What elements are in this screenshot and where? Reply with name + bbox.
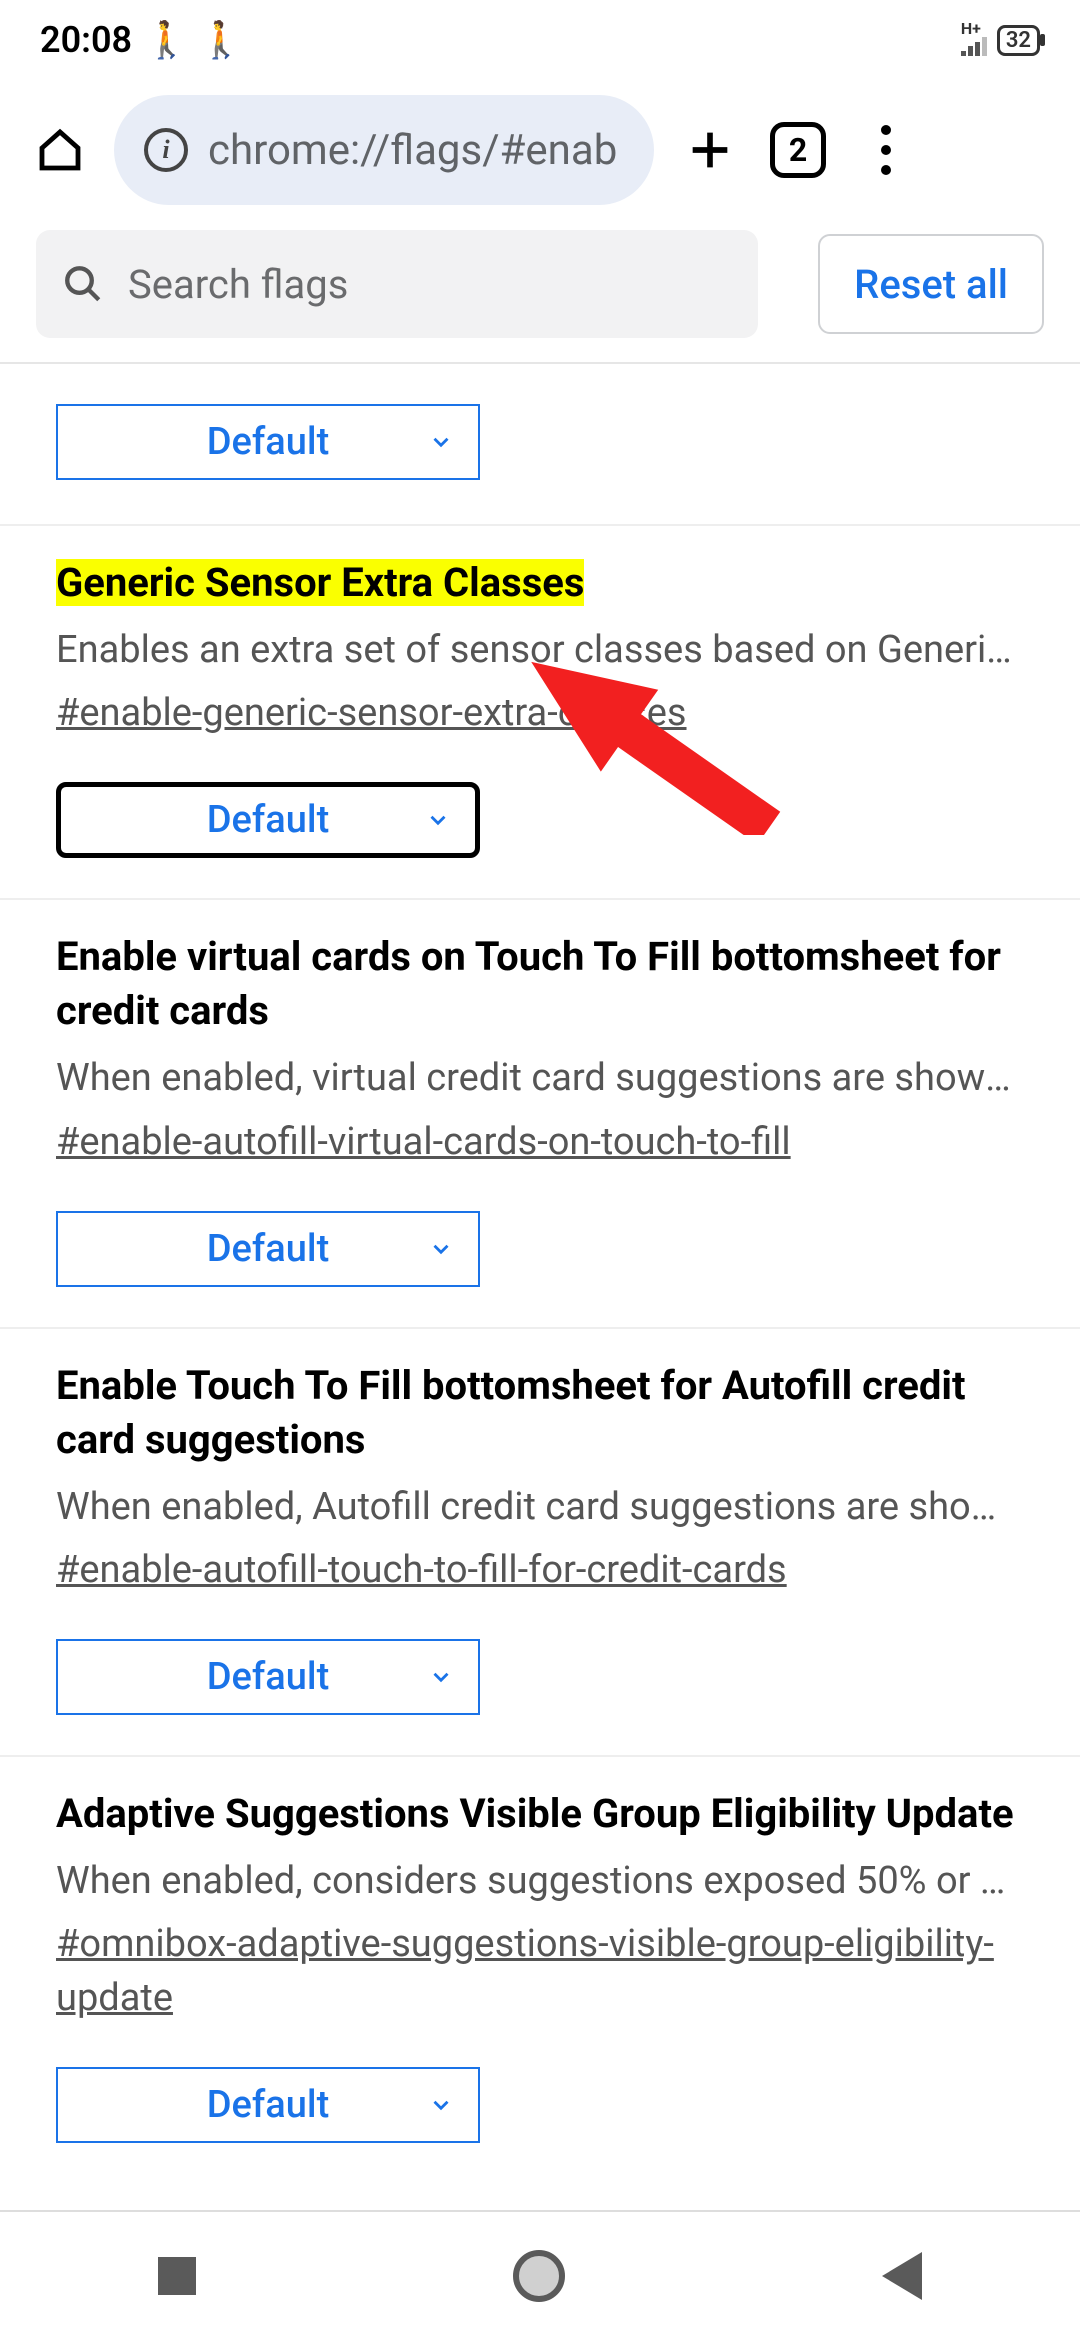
- chevron-down-icon: [428, 1664, 454, 1690]
- flag-item-generic-sensor: Generic Sensor Extra Classes Enables an …: [0, 526, 1080, 900]
- flag-anchor-link[interactable]: #enable-generic-sensor-extra-classes: [56, 687, 687, 740]
- network-type: H+: [961, 24, 981, 34]
- chevron-down-icon: [428, 1236, 454, 1262]
- home-icon: [36, 126, 84, 174]
- flag-description: When enabled, considers suggestions expo…: [56, 1855, 1024, 1908]
- tab-count: 2: [789, 131, 807, 169]
- flag-item-partial: Default: [0, 364, 1080, 526]
- url-text: chrome://flags/#enab: [208, 126, 617, 175]
- search-icon: [62, 263, 104, 305]
- network-indicator: H+: [961, 24, 987, 56]
- reset-all-label: Reset all: [854, 261, 1008, 308]
- status-left: 20:08 🚶 🚶: [40, 19, 244, 61]
- flag-dropdown[interactable]: Default: [56, 1639, 480, 1715]
- flag-anchor-link[interactable]: #enable-autofill-touch-to-fill-for-credi…: [56, 1544, 787, 1597]
- tab-count-badge: 2: [770, 122, 826, 178]
- home-button[interactable]: [30, 120, 90, 180]
- system-nav-bar: [0, 2210, 1080, 2340]
- new-tab-button[interactable]: [678, 118, 742, 182]
- home-button-nav[interactable]: [513, 2250, 565, 2302]
- search-flags-input[interactable]: Search flags: [36, 230, 758, 338]
- flag-dropdown-value: Default: [207, 798, 330, 842]
- chevron-down-icon: [425, 807, 451, 833]
- kebab-icon: [881, 125, 891, 175]
- flag-dropdown[interactable]: Default: [56, 782, 480, 858]
- plus-icon: [684, 124, 736, 176]
- flag-dropdown[interactable]: Default: [56, 404, 480, 480]
- search-placeholder: Search flags: [128, 261, 348, 308]
- status-time: 20:08: [40, 19, 132, 61]
- flag-dropdown-value: Default: [207, 420, 330, 464]
- flag-title: Enable Touch To Fill bottomsheet for Aut…: [56, 1359, 1024, 1467]
- flag-anchor-link[interactable]: #omnibox-adaptive-suggestions-visible-gr…: [56, 1918, 1024, 2024]
- flag-description: When enabled, Autofill credit card sugge…: [56, 1481, 1024, 1534]
- flag-dropdown-value: Default: [207, 1227, 330, 1271]
- back-button[interactable]: [882, 2252, 922, 2300]
- flag-item-touch-to-fill: Enable Touch To Fill bottomsheet for Aut…: [0, 1329, 1080, 1757]
- status-right: H+ 32: [961, 24, 1040, 56]
- flag-title: Enable virtual cards on Touch To Fill bo…: [56, 930, 1024, 1038]
- recents-button[interactable]: [158, 2257, 196, 2295]
- status-activity-icons: 🚶 🚶: [144, 19, 244, 61]
- battery-indicator: 32: [997, 25, 1040, 56]
- flag-dropdown[interactable]: Default: [56, 1211, 480, 1287]
- flags-list[interactable]: Default Generic Sensor Extra Classes Ena…: [0, 364, 1080, 2183]
- tab-switcher-button[interactable]: 2: [766, 118, 830, 182]
- signal-bars-icon: [961, 34, 987, 56]
- omnibox[interactable]: i chrome://flags/#enab: [114, 95, 654, 205]
- chevron-down-icon: [428, 429, 454, 455]
- battery-level: 32: [1006, 28, 1031, 53]
- flag-dropdown-value: Default: [207, 2083, 330, 2127]
- chevron-down-icon: [428, 2092, 454, 2118]
- flag-dropdown[interactable]: Default: [56, 2067, 480, 2143]
- overflow-menu-button[interactable]: [854, 118, 918, 182]
- flags-search-row: Search flags Reset all: [0, 220, 1080, 364]
- flag-description: When enabled, virtual credit card sugges…: [56, 1052, 1024, 1105]
- flag-title: Generic Sensor Extra Classes: [56, 559, 584, 606]
- walking-icon: 🚶: [144, 19, 189, 61]
- status-bar: 20:08 🚶 🚶 H+ 32: [0, 0, 1080, 80]
- flag-dropdown-value: Default: [207, 1655, 330, 1699]
- flag-item-adaptive-suggestions: Adaptive Suggestions Visible Group Eligi…: [0, 1757, 1080, 2183]
- flag-item-virtual-cards: Enable virtual cards on Touch To Fill bo…: [0, 900, 1080, 1328]
- flag-title: Adaptive Suggestions Visible Group Eligi…: [56, 1787, 1024, 1841]
- site-info-icon[interactable]: i: [144, 128, 188, 172]
- browser-toolbar: i chrome://flags/#enab 2: [0, 80, 1080, 220]
- reset-all-button[interactable]: Reset all: [818, 234, 1044, 334]
- flag-description: Enables an extra set of sensor classes b…: [56, 624, 1024, 677]
- flag-anchor-link[interactable]: #enable-autofill-virtual-cards-on-touch-…: [56, 1116, 791, 1169]
- walking-icon-2: 🚶: [199, 19, 244, 61]
